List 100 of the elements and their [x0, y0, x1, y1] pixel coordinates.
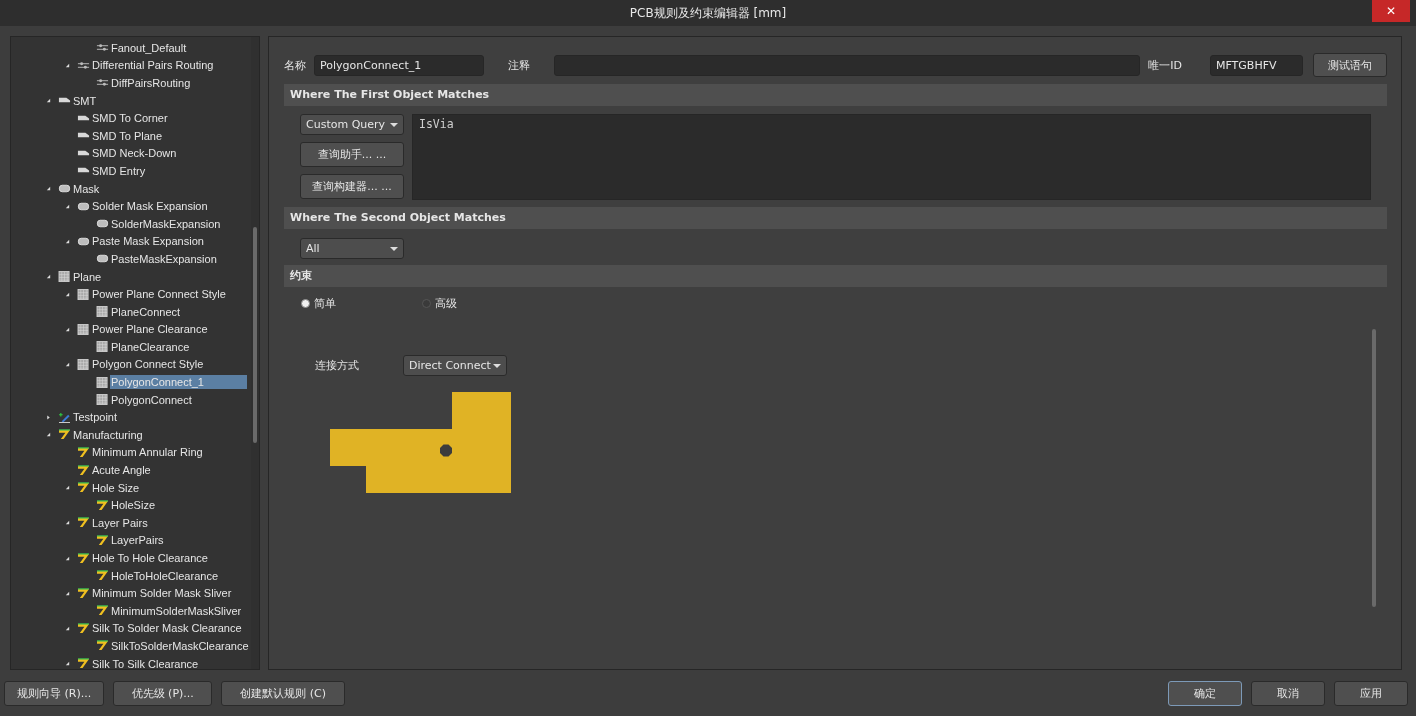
collapse-icon[interactable] — [46, 98, 51, 104]
grid-icon — [96, 306, 109, 318]
field-label: 唯一ID — [1148, 57, 1182, 73]
section-header: Where The Second Object Matches — [284, 207, 1387, 229]
tree-item[interactable]: Plane — [72, 269, 103, 284]
comment-field[interactable] — [554, 54, 1141, 76]
id-field[interactable]: MFTGBHFV — [1210, 54, 1303, 76]
collapse-icon[interactable] — [65, 203, 70, 209]
expand-icon[interactable] — [46, 414, 51, 420]
collapse-icon[interactable] — [46, 274, 51, 279]
dropdown-icon — [390, 246, 398, 251]
grid-icon — [77, 288, 90, 300]
dialog-button[interactable]: 应用 — [1334, 680, 1408, 706]
collapse-icon[interactable] — [65, 362, 70, 367]
tree-item[interactable]: Power Plane Clearance — [91, 322, 209, 337]
drill-icon — [96, 534, 109, 546]
tree-item[interactable]: Silk To Solder Mask Clearance — [91, 621, 243, 636]
tree-item[interactable]: SMD Neck-Down — [91, 146, 178, 161]
tree-item[interactable]: PolygonConnect — [110, 392, 193, 407]
tree-item[interactable]: Power Plane Connect Style — [91, 287, 227, 302]
tree-item[interactable]: Differential Pairs Routing — [91, 58, 215, 73]
drill-icon — [77, 587, 90, 599]
collapse-icon[interactable] — [65, 590, 70, 596]
collapse-icon[interactable] — [65, 625, 70, 631]
tree-item[interactable]: Minimum Solder Mask Sliver — [91, 586, 233, 601]
query-type-dropdown[interactable]: Custom Query — [300, 114, 404, 135]
tree-item[interactable]: HoleToHoleClearance — [110, 568, 219, 583]
probe-icon — [58, 411, 71, 423]
collapse-icon[interactable] — [65, 661, 70, 667]
grid-icon — [96, 341, 109, 353]
collapse-icon[interactable] — [65, 326, 70, 332]
collapse-icon[interactable] — [65, 291, 70, 297]
tree-item[interactable]: Minimum Annular Ring — [91, 445, 204, 460]
footer-button[interactable]: 优先级 (P)... — [113, 680, 213, 706]
grid-icon — [77, 323, 90, 335]
tree-item[interactable]: DiffPairsRouting — [110, 76, 192, 90]
tree-item[interactable]: MinimumSolderMaskSliver — [110, 603, 243, 618]
tree-item[interactable]: Testpoint — [72, 410, 119, 425]
drill-icon — [96, 570, 109, 582]
tree-item[interactable]: Mask — [72, 181, 101, 196]
tree-item[interactable]: HoleSize — [110, 498, 157, 513]
routing-icon — [77, 59, 90, 71]
section-header: 约束 — [284, 265, 1387, 287]
drill-icon — [96, 640, 109, 652]
footer-button[interactable]: 创建默认规则 (C) — [221, 680, 346, 706]
collapse-icon[interactable] — [65, 62, 70, 68]
tree-item[interactable]: SMD To Corner — [91, 111, 169, 126]
tree-item[interactable]: SilkToSolderMaskClearance — [110, 639, 250, 653]
tree-item[interactable]: Acute Angle — [91, 463, 152, 478]
grid-icon — [77, 359, 90, 370]
radio-option[interactable]: 简单 — [301, 296, 336, 311]
dialog-button[interactable]: 确定 — [1168, 680, 1242, 706]
tree-item[interactable]: Silk To Silk Clearance — [91, 656, 200, 669]
field-label: 名称 — [284, 57, 306, 73]
tree-item[interactable]: SMT — [72, 93, 98, 108]
rounded-pad-icon — [77, 200, 90, 212]
rounded-pad-icon — [58, 183, 71, 195]
tree-item[interactable]: PlaneConnect — [110, 304, 182, 319]
tree-item[interactable]: SMD To Plane — [91, 128, 164, 143]
query-type-dropdown[interactable]: All — [300, 238, 404, 259]
collapse-icon[interactable] — [65, 555, 70, 561]
dialog-button[interactable]: 取消 — [1251, 680, 1325, 706]
query-builder-button[interactable]: 查询构建器... ... — [300, 174, 404, 199]
collapse-icon[interactable] — [65, 520, 70, 526]
collapse-icon[interactable] — [46, 432, 51, 438]
tree-item[interactable]: LayerPairs — [110, 533, 165, 548]
rounded-pad-icon — [96, 218, 109, 230]
tree-item[interactable]: SolderMaskExpansion — [110, 216, 222, 231]
tree-item[interactable]: Hole Size — [91, 480, 141, 495]
drill-icon — [58, 429, 71, 441]
query-helper-button[interactable]: 查询助手... ... — [300, 142, 404, 167]
section-header: Where The First Object Matches — [284, 84, 1387, 106]
radio-option[interactable]: 高级 — [422, 296, 457, 311]
tree-item[interactable]: PlaneClearance — [110, 339, 191, 354]
tree-item[interactable]: Hole To Hole Clearance — [91, 551, 209, 565]
collapse-icon[interactable] — [65, 485, 70, 491]
tree-item[interactable]: Polygon Connect Style — [91, 357, 205, 372]
connect-style-label: 连接方式 — [315, 358, 359, 373]
field-label: 注释 — [508, 57, 530, 73]
drill-icon — [96, 605, 109, 617]
routing-icon — [96, 42, 109, 54]
tree-item[interactable]: Solder Mask Expansion — [91, 199, 209, 214]
connect-style-dropdown[interactable]: Direct Connect — [403, 355, 507, 376]
tree-item[interactable]: SMD Entry — [91, 163, 147, 178]
tree-item[interactable]: PasteMaskExpansion — [110, 251, 218, 266]
drill-icon — [77, 658, 90, 669]
query-editor[interactable]: IsVia — [412, 114, 1371, 200]
grid-icon — [58, 271, 71, 282]
tree-item[interactable]: Manufacturing — [72, 427, 144, 442]
close-button[interactable]: ✕ — [1372, 0, 1410, 22]
tree-item[interactable]: Paste Mask Expansion — [91, 234, 205, 249]
drill-icon — [77, 464, 90, 476]
name-field[interactable]: PolygonConnect_1 — [314, 54, 484, 76]
collapse-icon[interactable] — [46, 186, 51, 192]
dropdown-icon — [493, 363, 501, 368]
tree-item[interactable]: Layer Pairs — [91, 515, 149, 530]
test-button[interactable]: 测试语句 — [1313, 53, 1387, 77]
tree-item[interactable]: Fanout_Default — [110, 40, 188, 55]
collapse-icon[interactable] — [65, 238, 70, 244]
footer-button[interactable]: 规则向导 (R)... — [4, 680, 105, 706]
